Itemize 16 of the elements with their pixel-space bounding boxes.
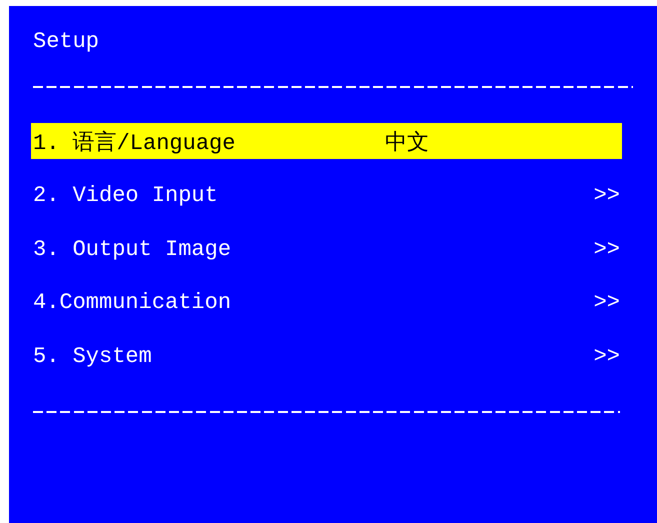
- menu-title: Setup: [32, 28, 100, 56]
- menu-item[interactable]: 3. Output Image >>: [31, 230, 622, 266]
- menu-item[interactable]: 1. 语言/Language 中文: [31, 123, 622, 159]
- menu-item[interactable]: 5. System >>: [31, 337, 622, 373]
- item-label: 5. System: [33, 344, 153, 368]
- item-value: 中文: [385, 130, 429, 157]
- menu-item[interactable]: 4.Communication >>: [31, 284, 622, 320]
- submenu-arrow: >>: [594, 236, 620, 262]
- item-label: 2. Video Input: [33, 183, 219, 208]
- menu-item[interactable]: 2. Video Input >>: [31, 176, 622, 212]
- submenu-arrow: >>: [594, 183, 620, 208]
- submenu-arrow: >>: [594, 344, 620, 368]
- item-label: 1. 语言/Language: [33, 130, 236, 157]
- item-label: 4.Communication: [33, 290, 232, 315]
- item-label: 3. Output Image: [33, 236, 232, 262]
- submenu-arrow: >>: [594, 290, 620, 315]
